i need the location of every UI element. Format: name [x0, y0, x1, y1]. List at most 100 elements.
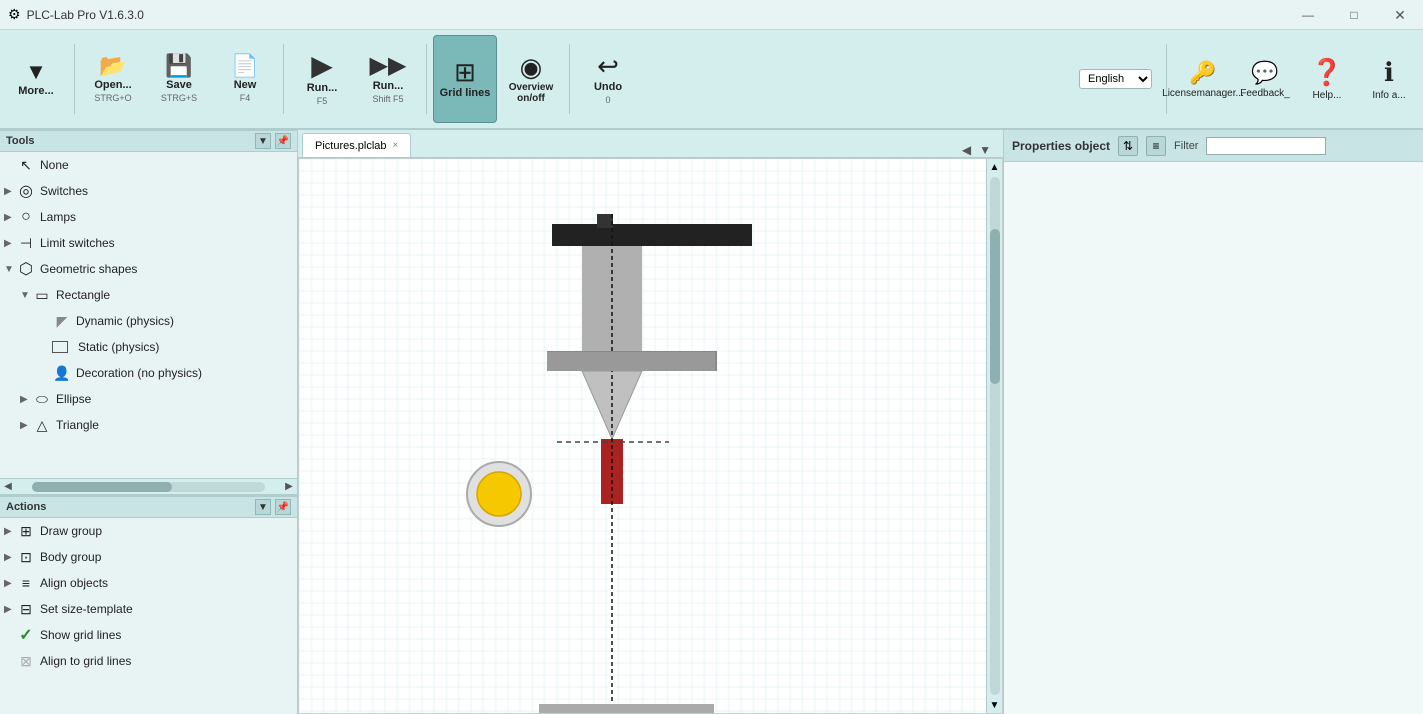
static-icon — [52, 341, 68, 353]
canvas-area: Pictures.plclab × ◀ ▼ — [298, 130, 1003, 714]
feedback-icon: 💬 — [1251, 60, 1278, 86]
tools-item-limit-switches[interactable]: ▶ ⊣ Limit switches — [0, 230, 297, 256]
tab-arrow-down[interactable]: ▼ — [975, 143, 995, 157]
run-cont-button[interactable]: ▶▶ Run... Shift F5 — [356, 35, 420, 123]
set-size-expand[interactable]: ▶ — [4, 604, 16, 615]
tools-pin-btn[interactable]: 📌 — [275, 133, 291, 149]
properties-title: Properties object — [1012, 139, 1110, 153]
save-icon: 💾 — [165, 55, 192, 77]
tools-item-geometric-shapes[interactable]: ▼ ⬡ Geometric shapes — [0, 256, 297, 282]
body-group-expand[interactable]: ▶ — [4, 552, 16, 563]
decoration-label: Decoration (no physics) — [76, 366, 202, 380]
tools-item-decoration[interactable]: 👤 Decoration (no physics) — [0, 360, 297, 386]
run-button[interactable]: ▶ Run... F5 — [290, 35, 354, 123]
action-draw-group[interactable]: ▶ ⊞ Draw group — [0, 518, 297, 544]
triangle-label: Triangle — [56, 418, 99, 432]
gridlines-button[interactable]: ⊞ Grid lines — [433, 35, 497, 123]
action-align-to-grid[interactable]: ⊠ Align to grid lines — [0, 648, 297, 674]
set-size-label: Set size-template — [40, 602, 133, 616]
new-sub: F4 — [240, 93, 251, 103]
tab-label: Pictures.plclab — [315, 140, 387, 152]
tools-item-triangle[interactable]: ▶ △ Triangle — [0, 412, 297, 438]
hscroll-right[interactable]: ▶ — [281, 479, 297, 495]
feedback-button[interactable]: 💬 Feedback_ — [1235, 35, 1295, 123]
gridlines-icon: ⊞ — [454, 59, 476, 85]
limit-switches-icon: ⊣ — [16, 233, 36, 253]
new-label: New — [234, 79, 257, 91]
hscroll-left[interactable]: ◀ — [0, 479, 16, 495]
set-size-icon: ⊟ — [16, 599, 36, 619]
tools-item-ellipse[interactable]: ▶ ⬭ Ellipse — [0, 386, 297, 412]
save-sub: STRG+S — [161, 93, 197, 103]
lamps-expand[interactable]: ▶ — [4, 212, 16, 223]
tools-collapse-btn[interactable]: ▼ — [255, 133, 271, 149]
hscroll-track[interactable] — [32, 482, 265, 492]
info-button[interactable]: ℹ Info a... — [1359, 35, 1419, 123]
help-button[interactable]: ❓ Help... — [1297, 35, 1357, 123]
maximize-button[interactable]: □ — [1331, 0, 1377, 30]
actions-collapse-btn[interactable]: ▼ — [255, 499, 271, 515]
rectangle-icon: ▭ — [32, 285, 52, 305]
left-panel: Tools ▼ 📌 ↖ None ▶ ◎ Switches — [0, 130, 298, 714]
canvas-wrapper[interactable]: ▲ ▼ — [298, 158, 1003, 714]
run-icon: ▶ — [311, 52, 333, 80]
licensemanager-button[interactable]: 🔑 Licensemanager... — [1173, 35, 1233, 123]
ellipse-label: Ellipse — [56, 392, 91, 406]
props-sort-btn[interactable]: ⇅ — [1118, 136, 1138, 156]
run-cont-label: Run... — [373, 80, 404, 92]
info-label: Info a... — [1372, 90, 1405, 101]
vscroll-up[interactable]: ▲ — [987, 159, 1003, 175]
new-button[interactable]: 📄 New F4 — [213, 35, 277, 123]
align-grid-expand — [4, 656, 16, 667]
show-grid-icon: ✓ — [16, 625, 36, 645]
draw-group-expand[interactable]: ▶ — [4, 526, 16, 537]
action-align-objects[interactable]: ▶ ≡ Align objects — [0, 570, 297, 596]
tools-item-dynamic-physics[interactable]: ◤ Dynamic (physics) — [0, 308, 297, 334]
actions-pin-btn[interactable]: 📌 — [275, 499, 291, 515]
limit-switches-expand[interactable]: ▶ — [4, 238, 16, 249]
tools-item-static-physics[interactable]: Static (physics) — [0, 334, 297, 360]
overview-button[interactable]: ◉ Overview on/off — [499, 35, 563, 123]
language-select[interactable]: English Deutsch Français — [1079, 69, 1152, 89]
geometric-shapes-expand[interactable]: ▼ — [4, 264, 16, 275]
run-label: Run... — [307, 82, 338, 94]
licensemanager-icon: 🔑 — [1189, 60, 1216, 86]
tab-close-btn[interactable]: × — [393, 140, 399, 151]
geometric-shapes-icon: ⬡ — [16, 259, 36, 279]
tools-section: Tools ▼ 📌 ↖ None ▶ ◎ Switches — [0, 130, 297, 494]
actions-header-controls: ▼ 📌 — [255, 499, 291, 515]
action-body-group[interactable]: ▶ ⊡ Body group — [0, 544, 297, 570]
align-grid-icon: ⊠ — [16, 651, 36, 671]
undo-button[interactable]: ↩ Undo 0 — [576, 35, 640, 123]
switches-expand[interactable]: ▶ — [4, 186, 16, 197]
filter-input[interactable] — [1206, 137, 1326, 155]
licensemanager-label: Licensemanager... — [1162, 88, 1244, 99]
more-button[interactable]: ▼ More... — [4, 35, 68, 123]
ellipse-expand[interactable]: ▶ — [20, 394, 32, 405]
canvas-tab[interactable]: Pictures.plclab × — [302, 133, 411, 157]
align-objects-expand[interactable]: ▶ — [4, 578, 16, 589]
tools-item-switches[interactable]: ▶ ◎ Switches — [0, 178, 297, 204]
tools-item-lamps[interactable]: ▶ ○ Lamps — [0, 204, 297, 230]
tab-arrows: ◀ ▼ — [958, 143, 999, 157]
triangle-expand[interactable]: ▶ — [20, 420, 32, 431]
vscroll-down[interactable]: ▼ — [987, 697, 1003, 713]
tools-item-none[interactable]: ↖ None — [0, 152, 297, 178]
props-group-btn[interactable]: ≡ — [1146, 136, 1166, 156]
actions-list: ▶ ⊞ Draw group ▶ ⊡ Body group ▶ ≡ Align … — [0, 518, 297, 714]
tools-header-controls: ▼ 📌 — [255, 133, 291, 149]
tab-arrow-left[interactable]: ◀ — [958, 143, 975, 157]
open-icon: 📂 — [99, 55, 126, 77]
tools-item-rectangle[interactable]: ▼ ▭ Rectangle — [0, 282, 297, 308]
overview-label: Overview on/off — [504, 82, 558, 104]
action-set-size-template[interactable]: ▶ ⊟ Set size-template — [0, 596, 297, 622]
save-button[interactable]: 💾 Save STRG+S — [147, 35, 211, 123]
open-button[interactable]: 📂 Open... STRG+O — [81, 35, 145, 123]
minimize-button[interactable]: — — [1285, 0, 1331, 30]
canvas-vscrollbar: ▲ ▼ — [986, 159, 1002, 713]
action-show-grid-lines[interactable]: ✓ Show grid lines — [0, 622, 297, 648]
vscroll-track[interactable] — [990, 177, 1000, 695]
more-label: More... — [18, 85, 53, 97]
rectangle-expand[interactable]: ▼ — [20, 290, 32, 301]
close-button[interactable]: ✕ — [1377, 0, 1423, 30]
